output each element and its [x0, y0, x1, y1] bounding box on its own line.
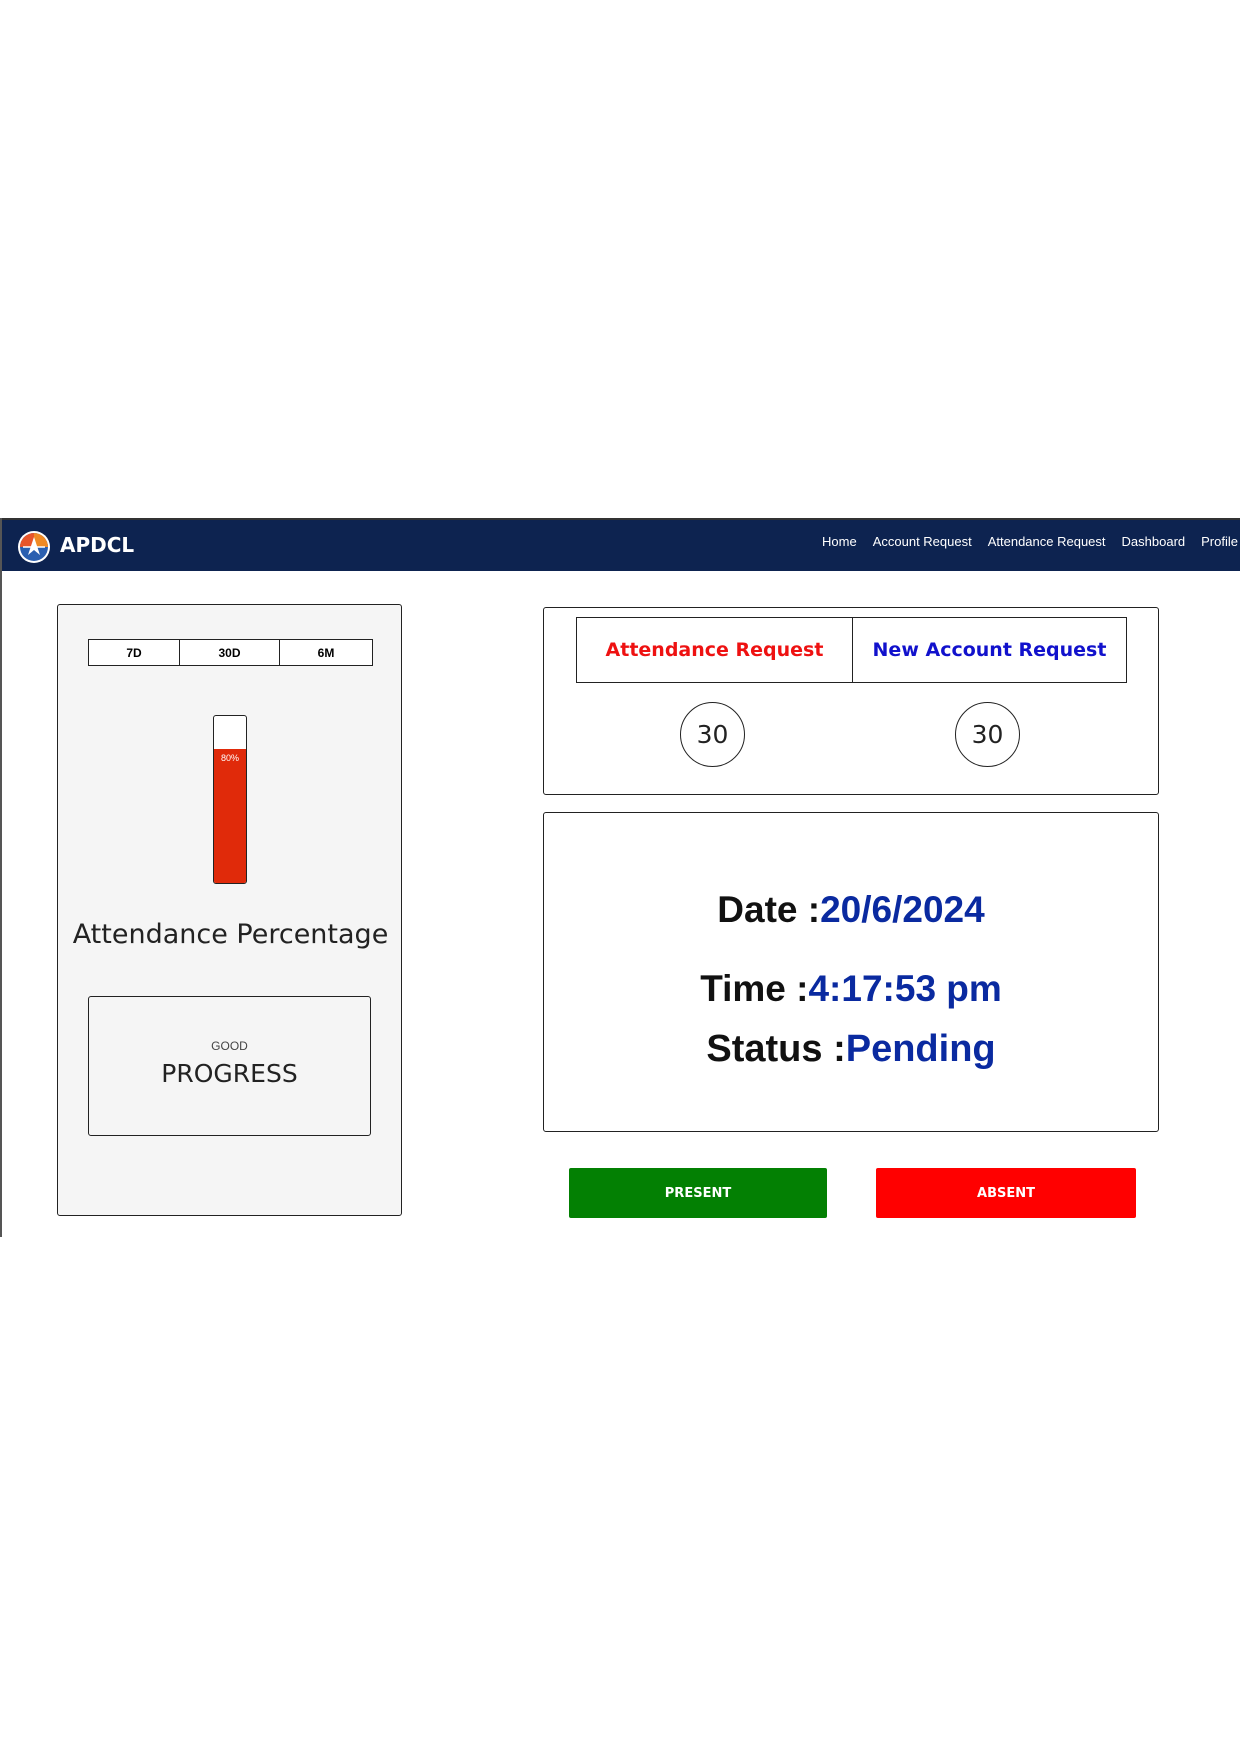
top-navbar: APDCL Home Account Request Attendance Re…	[2, 518, 1240, 571]
nav-account-request[interactable]: Account Request	[873, 534, 972, 549]
progress-card: GOOD PROGRESS	[88, 996, 371, 1136]
time-value: 4:17:53 pm	[808, 968, 1002, 1009]
progress-rating: GOOD	[211, 1039, 248, 1053]
present-button[interactable]: PRESENT	[569, 1168, 827, 1218]
nav-links: Home Account Request Attendance Request …	[822, 534, 1238, 549]
tab-6m[interactable]: 6M	[280, 640, 372, 665]
attendance-request-count: 30	[680, 702, 745, 767]
time-label: Time :	[700, 968, 809, 1009]
tab-7d[interactable]: 7D	[89, 640, 180, 665]
attendance-panel: 7D 30D 6M 80% Attendance Percentage GOOD…	[57, 604, 402, 1216]
range-tabs: 7D 30D 6M	[88, 639, 373, 666]
attendance-info-card: Date :20/6/2024 Time :4:17:53 pm Status …	[543, 812, 1159, 1132]
status-value: Pending	[845, 1028, 996, 1070]
attendance-gauge: 80%	[213, 715, 247, 884]
account-request-count: 30	[955, 702, 1020, 767]
nav-profile[interactable]: Profile	[1201, 534, 1238, 549]
date-value: 20/6/2024	[820, 889, 985, 930]
page: APDCL Home Account Request Attendance Re…	[0, 0, 1240, 1755]
nav-attendance-request[interactable]: Attendance Request	[988, 534, 1106, 549]
progress-title: PROGRESS	[161, 1059, 298, 1088]
tab-30d[interactable]: 30D	[180, 640, 280, 665]
apdcl-logo-icon[interactable]	[17, 530, 51, 564]
new-account-request-button[interactable]: New Account Request	[852, 617, 1127, 683]
attendance-percentage-caption: Attendance Percentage	[72, 919, 389, 950]
absent-button[interactable]: ABSENT	[876, 1168, 1136, 1218]
gauge-percent-label: 80%	[220, 753, 239, 764]
requests-card: Attendance Request New Account Request 3…	[543, 607, 1159, 795]
status-row: Status :Pending	[544, 1028, 1158, 1071]
brand-name[interactable]: APDCL	[60, 533, 134, 557]
nav-home[interactable]: Home	[822, 534, 857, 549]
attendance-request-button[interactable]: Attendance Request	[576, 617, 853, 683]
date-row: Date :20/6/2024	[544, 889, 1158, 931]
time-row: Time :4:17:53 pm	[544, 968, 1158, 1010]
date-label: Date :	[717, 889, 821, 930]
nav-dashboard[interactable]: Dashboard	[1122, 534, 1186, 549]
app-window: APDCL Home Account Request Attendance Re…	[0, 518, 1240, 1237]
gauge-fill: 80%	[214, 749, 246, 883]
status-label: Status :	[706, 1028, 846, 1070]
